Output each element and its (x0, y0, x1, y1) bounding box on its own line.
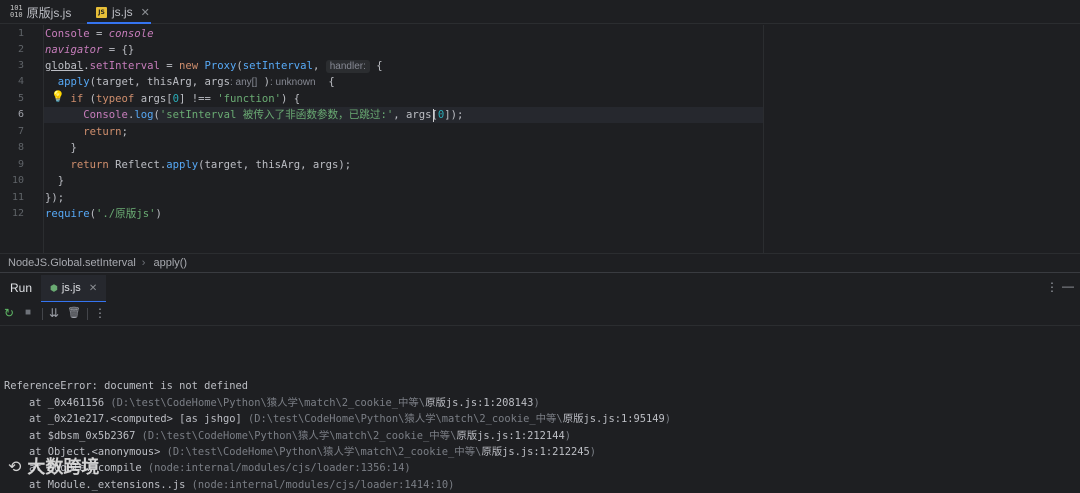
code-line-3: global.setInterval = new Proxy(setInterv… (45, 60, 383, 73)
line-number: 8 (17, 142, 24, 153)
nodejs-icon: ⬢ (50, 282, 58, 293)
stack-frame-link[interactable]: 原版js.js:1:212144 (456, 430, 564, 442)
watermark-logo: ⟲ 大数跨境 (8, 453, 99, 479)
code-line-1: Console = console (45, 28, 154, 40)
code-line-11: }); (45, 192, 65, 204)
line-number: 2 (17, 44, 24, 55)
code-line-4: apply(target, thisArg, args: any[] ): un… (57, 76, 335, 88)
code-editor[interactable]: 1 2 3 4 5 6 7 8 9 10 11 12 Console = con… (0, 25, 1080, 253)
tab-original-js[interactable]: 101 010 原版js.js (10, 0, 71, 24)
stop-icon[interactable]: ■ (25, 307, 31, 318)
stack-frame: at Module._extensions..js (node:internal… (4, 479, 455, 491)
run-toolbar: ↻ ■ ⇊ 🗑 ⋮ (0, 302, 1080, 326)
stack-frame-link[interactable]: 原版js.js:1:95149 (563, 413, 665, 425)
run-title: Run (10, 281, 33, 295)
run-tab-label: js.js (61, 282, 81, 294)
code-line-9: return Reflect.apply(target, thisArg, ar… (70, 159, 352, 171)
breadcrumb-item[interactable]: apply() (153, 257, 187, 269)
line-number: 4 (17, 76, 24, 87)
watermark-text: 大数跨境 (27, 457, 100, 478)
scroll-to-end-icon[interactable]: ⇊ (49, 306, 59, 320)
code-line-5: if (typeof args[0] !== 'function') { (70, 93, 301, 105)
rerun-icon[interactable]: ↻ (4, 306, 14, 320)
code-line-12: require('./原版js') (45, 208, 162, 220)
js-file-icon: JS (96, 6, 107, 18)
stack-frame-link[interactable]: 原版js.js:1:212245 (481, 446, 589, 458)
tab-js-js[interactable]: JS js.js ✕ (96, 0, 150, 24)
code-line-7: return; (83, 126, 128, 138)
run-tab-js-js[interactable]: ⬢ js.js ✕ (41, 275, 106, 301)
minimize-icon[interactable]: — (1062, 279, 1074, 293)
line-number: 5 (17, 93, 24, 104)
code-line-2: navigator = {} (45, 44, 135, 56)
line-number: 6 (17, 109, 24, 120)
line-number: 7 (17, 126, 24, 137)
line-number: 1 (17, 28, 24, 39)
tab-label: js.js (112, 5, 133, 19)
console-output[interactable]: ReferenceError: document is not defined … (0, 326, 1080, 491)
run-tool-window-header: Run ⬢ js.js ✕ ⋮ — (0, 272, 1080, 303)
console-error-line: ReferenceError: document is not defined (4, 380, 248, 392)
close-icon[interactable]: ✕ (141, 6, 150, 19)
parameter-hint: handler: (325, 60, 370, 73)
more-options-icon[interactable]: ⋮ (94, 306, 106, 320)
stack-frame: at _0x21e217.<computed> [as jshgo] (D:\t… (4, 413, 672, 425)
lightbulb-icon[interactable]: 💡 (51, 90, 65, 103)
breadcrumb: NodeJS.Global.setInterval › apply() (0, 253, 1080, 271)
line-number: 10 (11, 175, 24, 186)
watermark-icon: ⟲ (8, 456, 22, 476)
return-type-hint: : unknown (270, 77, 316, 88)
code-line-6: Console.log('setInterval 被传入了非函数参数，已跳过:'… (83, 109, 464, 121)
line-number: 11 (11, 192, 24, 203)
code-line-8: } (70, 142, 77, 154)
active-tab-indicator (87, 22, 151, 24)
text-caret (433, 109, 434, 122)
code-line-10: } (57, 175, 65, 187)
tab-label: 原版js.js (26, 5, 72, 20)
binary-file-icon: 101 010 (10, 4, 23, 19)
clear-all-icon[interactable]: 🗑 (67, 306, 81, 319)
more-options-icon[interactable]: ⋮ (1046, 280, 1058, 294)
line-number: 12 (11, 208, 24, 219)
type-hint: : any[] (229, 77, 258, 88)
breadcrumb-separator: › (141, 256, 146, 269)
stack-frame: at _0x461156 (D:\test\CodeHome\Python\猿人… (4, 397, 540, 409)
stack-frame-link[interactable]: 原版js.js:1:208143 (425, 397, 533, 409)
toolbar-separator (42, 308, 43, 320)
line-number-gutter: 1 2 3 4 5 6 7 8 9 10 11 12 (0, 25, 42, 253)
indent-guide (43, 25, 44, 253)
close-icon[interactable]: ✕ (89, 283, 97, 294)
stack-frame: at $dbsm_0x5b2367 (D:\test\CodeHome\Pyth… (4, 430, 571, 442)
line-number: 3 (17, 60, 24, 71)
line-number: 9 (17, 159, 24, 170)
editor-tab-bar: 101 010 原版js.js JS js.js ✕ (0, 0, 1080, 24)
breadcrumb-item[interactable]: NodeJS.Global.setInterval (8, 257, 136, 269)
toolbar-separator (87, 308, 88, 320)
right-margin-guide (763, 25, 764, 253)
